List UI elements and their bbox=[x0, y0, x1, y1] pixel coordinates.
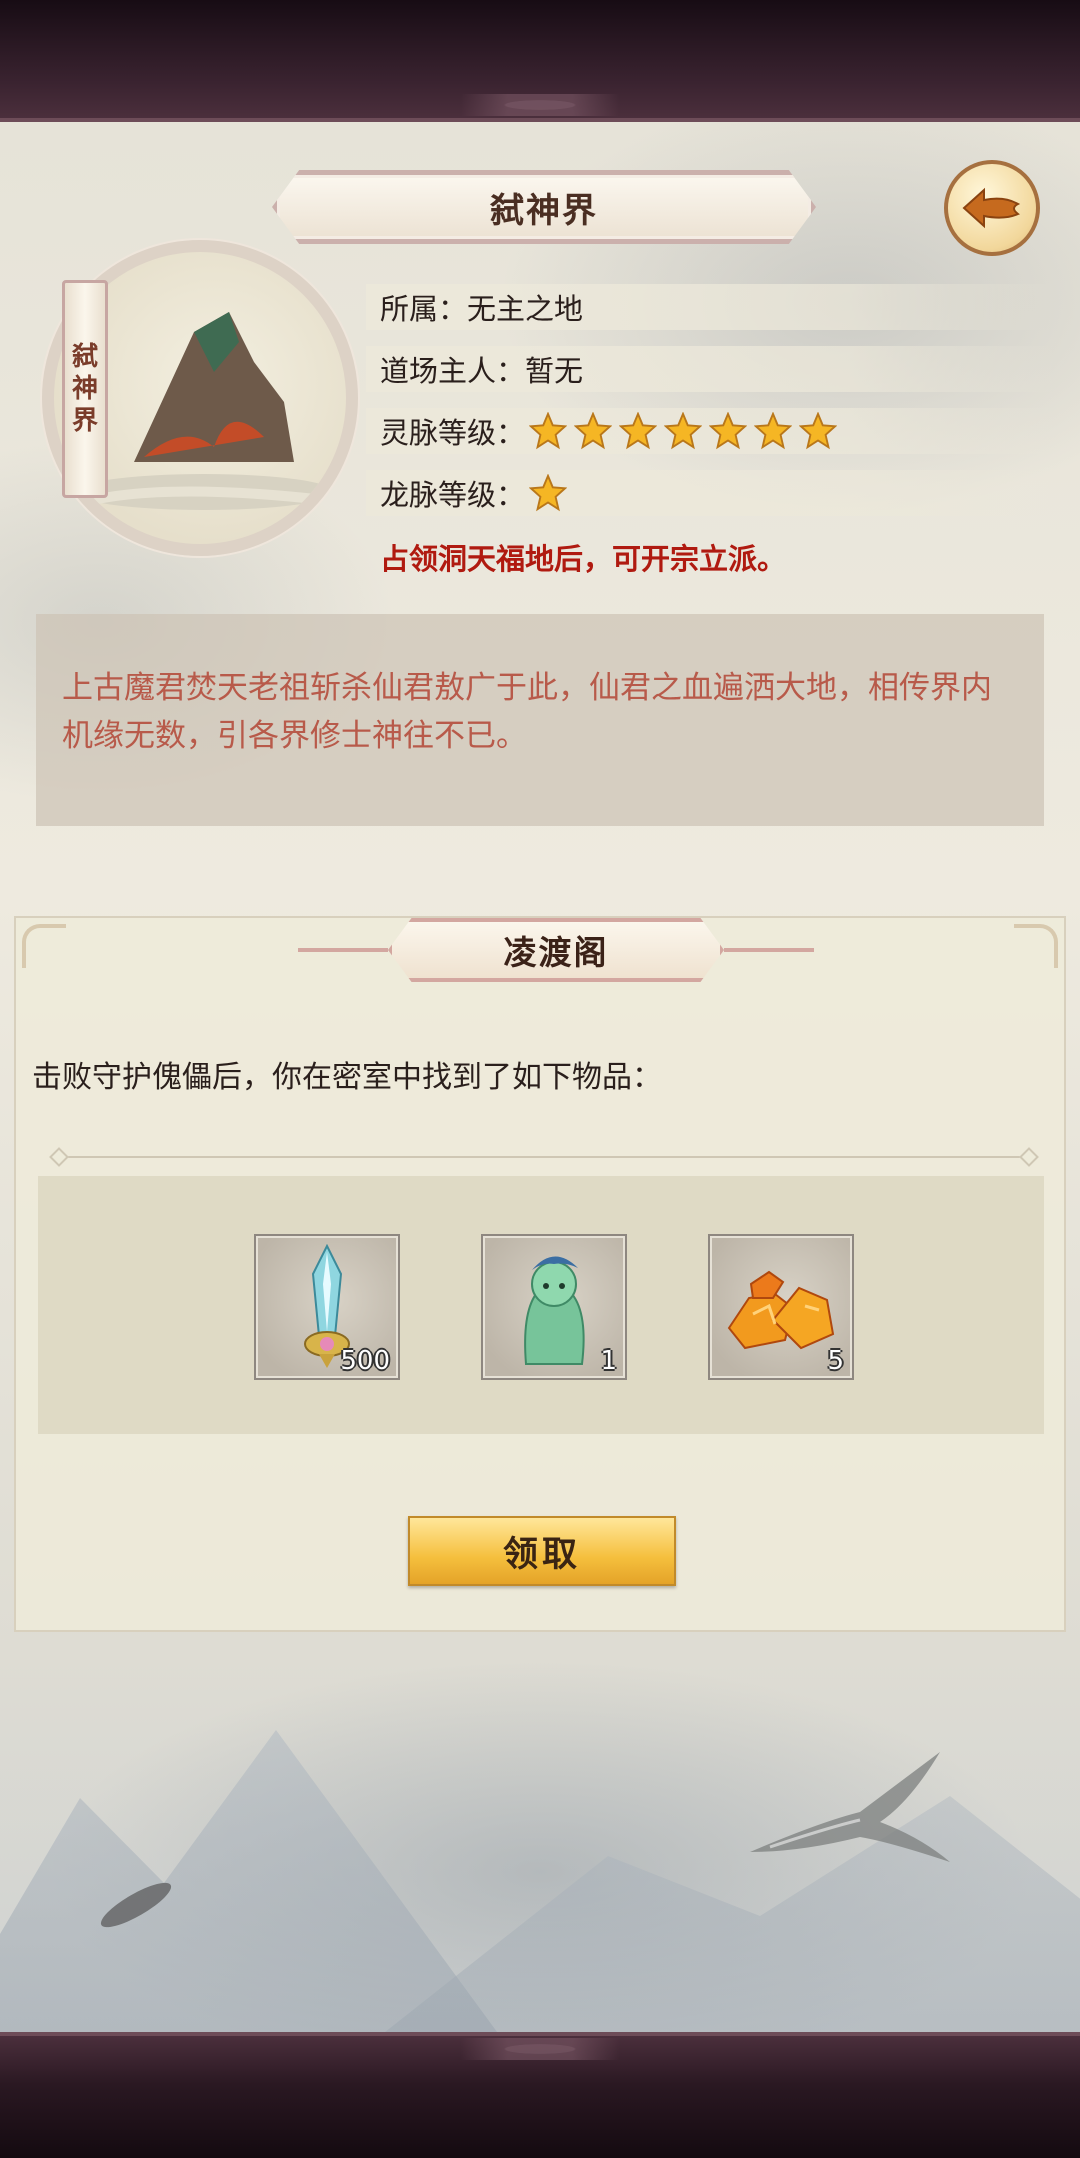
reward-item[interactable]: 1 bbox=[481, 1234, 627, 1380]
green-spirit-icon bbox=[524, 1256, 585, 1365]
star-icon bbox=[619, 412, 658, 450]
item-count: 1 bbox=[600, 1346, 617, 1376]
star-icon bbox=[709, 412, 748, 450]
item-count: 500 bbox=[340, 1346, 390, 1376]
page-title: 弑神界 bbox=[490, 190, 598, 231]
dragon-vein-label: 龙脉等级： bbox=[380, 478, 526, 512]
banner-line bbox=[298, 948, 388, 952]
claim-label: 领取 bbox=[502, 1534, 581, 1575]
spirit-vein-stars bbox=[529, 412, 838, 450]
star-icon bbox=[529, 474, 568, 512]
reward-item[interactable]: 500 bbox=[254, 1234, 400, 1380]
back-arrow-icon bbox=[962, 187, 1021, 229]
owner-row: 道场主人： 暂无 bbox=[366, 346, 1056, 392]
owner-value: 暂无 bbox=[525, 354, 584, 388]
top-ornament bbox=[460, 94, 620, 116]
crane-icon bbox=[750, 1752, 950, 1862]
dragon-vein-row: 龙脉等级： bbox=[366, 470, 1056, 516]
top-bar bbox=[0, 0, 1080, 122]
reward-panel: 凌渡阁 击败守护傀儡后，你在密室中找到了如下物品： 500 1 5 领取 bbox=[14, 916, 1066, 1632]
spirit-vein-label: 灵脉等级： bbox=[380, 416, 526, 450]
occupy-notice: 占领洞天福地后，可开宗立派。 bbox=[380, 542, 787, 576]
claim-button[interactable]: 领取 bbox=[408, 1516, 676, 1586]
mountain-left bbox=[0, 1730, 500, 2036]
items-box: 500 1 5 bbox=[38, 1176, 1044, 1434]
scroll-char: 神 bbox=[71, 374, 98, 404]
star-icon bbox=[529, 412, 568, 450]
star-icon bbox=[574, 412, 613, 450]
owner-label: 道场主人： bbox=[380, 354, 526, 388]
panel-corner bbox=[1014, 924, 1058, 968]
description-text: 上古魔君焚天老祖斩杀仙君敖广于此，仙君之血遍洒大地，相传界内机缘无数，引各界修士… bbox=[62, 670, 992, 754]
dragon-vein-stars bbox=[529, 474, 568, 512]
name-scroll: 弑 神 界 bbox=[62, 280, 108, 498]
star-icon bbox=[754, 412, 793, 450]
affiliation-row: 所属： 无主之地 bbox=[366, 284, 1056, 330]
divider bbox=[60, 1156, 1028, 1158]
bottom-ornament bbox=[460, 2038, 620, 2060]
reward-item[interactable]: 5 bbox=[708, 1234, 854, 1380]
item-count: 5 bbox=[827, 1346, 844, 1376]
star-icon bbox=[799, 412, 838, 450]
mountain-right bbox=[380, 1796, 1080, 2036]
panel-corner bbox=[22, 924, 66, 968]
title-banner: 弑神界 bbox=[272, 170, 816, 244]
bottom-bar bbox=[0, 2032, 1080, 2158]
back-button[interactable] bbox=[944, 160, 1040, 256]
reward-banner: 凌渡阁 bbox=[388, 918, 724, 982]
star-icon bbox=[664, 412, 703, 450]
affiliation-label: 所属： bbox=[380, 292, 468, 326]
reward-title: 凌渡阁 bbox=[503, 933, 609, 972]
banner-line bbox=[724, 948, 814, 952]
spirit-vein-row: 灵脉等级： bbox=[366, 408, 1056, 454]
affiliation-value: 无主之地 bbox=[467, 292, 584, 326]
reward-message: 击败守护傀儡后，你在密室中找到了如下物品： bbox=[32, 1060, 662, 1095]
description-box: 上古魔君焚天老祖斩杀仙君敖广于此，仙君之血遍洒大地，相传界内机缘无数，引各界修士… bbox=[36, 614, 1044, 826]
scroll-char: 界 bbox=[71, 406, 98, 436]
scroll-char: 弑 bbox=[71, 342, 98, 372]
amber-ore-icon bbox=[727, 1270, 835, 1350]
